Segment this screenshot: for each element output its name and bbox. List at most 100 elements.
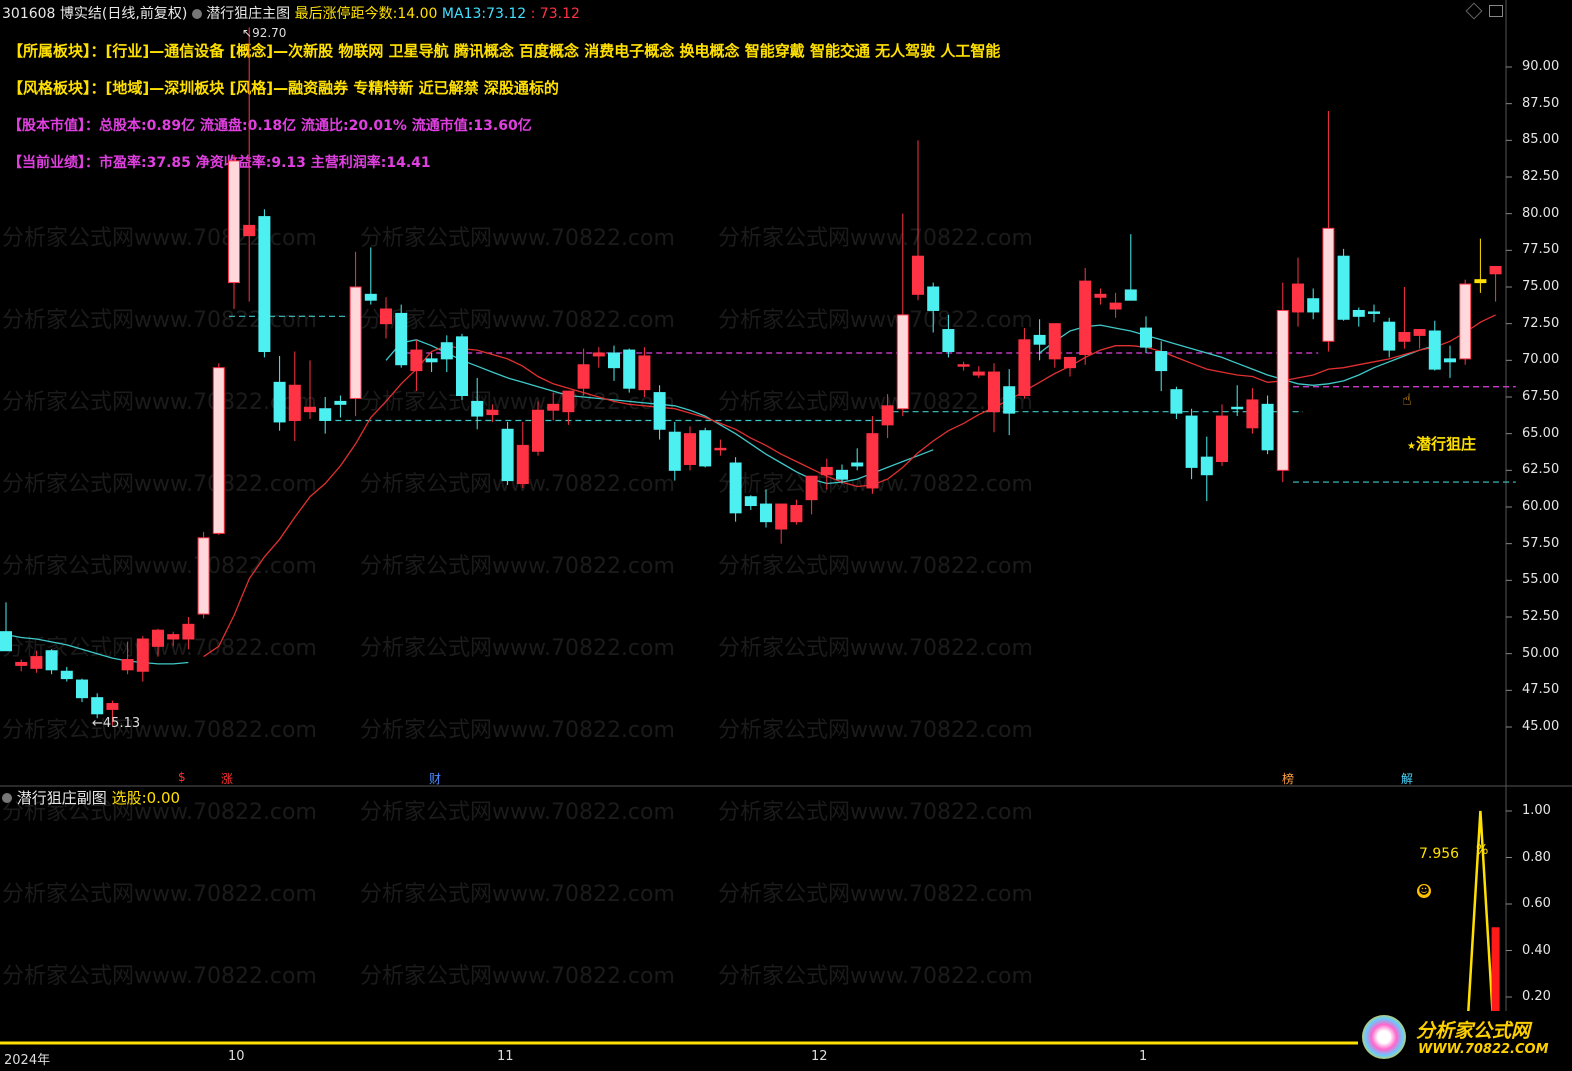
candle-body [395, 312, 408, 366]
price-tick-label: 82.50 [1522, 169, 1560, 184]
candle-body [1109, 302, 1122, 310]
select-value: 0.00 [146, 789, 181, 807]
kline-chart[interactable] [0, 0, 1572, 1071]
candle-body [775, 503, 788, 530]
ma-slow-line [1039, 324, 1435, 386]
candle-body [699, 430, 712, 467]
marker-rank[interactable]: 榜 [1282, 770, 1294, 787]
price-tick-label: 87.50 [1522, 95, 1560, 111]
axis-ticks [1506, 66, 1512, 998]
high-annotation: ↖92.70 [242, 26, 286, 40]
candle-body [45, 650, 58, 671]
candle-body [304, 406, 316, 413]
candle-body [1413, 329, 1426, 336]
price-tick-label: 55.00 [1522, 572, 1560, 588]
candle-body [30, 656, 43, 669]
candle-body [1368, 311, 1380, 314]
price-tick-label: 90.00 [1522, 59, 1560, 74]
price-tick-label: 45.00 [1522, 719, 1560, 734]
candle-body [334, 400, 347, 405]
candle-body [562, 390, 575, 413]
candle-body [1276, 309, 1289, 471]
price-tick-label: 57.50 [1522, 535, 1560, 551]
candle-body [106, 703, 119, 710]
candle-body [1337, 255, 1350, 320]
time-label-dec: 12 [811, 1049, 828, 1064]
candle-body [988, 371, 1000, 413]
time-label-nov: 11 [497, 1049, 514, 1064]
marker-limit-up[interactable]: 涨 [221, 770, 233, 787]
candle-body [729, 462, 742, 514]
candle-body [866, 433, 879, 489]
candle-body [1474, 279, 1487, 284]
candle-body [532, 409, 544, 452]
candle-body [136, 638, 149, 672]
flower-logo-icon [1362, 1015, 1406, 1059]
candle-body [258, 216, 271, 353]
signal-text: 潜行狙庄 [1415, 435, 1476, 453]
candle-body [820, 466, 833, 476]
logo-line2: WWW.70822.COM [1418, 1042, 1549, 1057]
signal-star-icon: ★ [1407, 441, 1416, 452]
candle-body [1383, 321, 1396, 351]
candle-body [714, 447, 727, 451]
candle-body [319, 408, 332, 421]
candle-body [410, 349, 423, 372]
candle-body [1428, 330, 1441, 370]
candle-body [1261, 403, 1274, 451]
price-tick-label: 60.00 [1522, 499, 1560, 514]
site-logo: 分析家公式网 WWW.70822.COM [1358, 1011, 1558, 1063]
candle-body [1155, 351, 1168, 372]
low-value: 45.13 [102, 716, 141, 731]
candle-body [881, 405, 894, 426]
price-tick-label: 52.50 [1522, 609, 1560, 624]
candle-body [380, 308, 392, 325]
sub-tick-label: 0.40 [1522, 942, 1551, 958]
high-value: 92.70 [252, 26, 287, 40]
candle-body [1489, 265, 1502, 275]
price-tick-label: 67.50 [1522, 389, 1560, 404]
candle-body [273, 381, 286, 423]
sub-toggle-icon[interactable] [2, 793, 12, 803]
candle-body [1170, 389, 1183, 414]
candle-body [577, 364, 590, 389]
candle-body [1352, 309, 1365, 317]
candle-body [1444, 358, 1456, 363]
marker-finance[interactable]: 财 [429, 770, 441, 787]
candle-body [121, 659, 134, 671]
candle-body [927, 286, 940, 311]
price-tick-label: 47.50 [1522, 682, 1560, 698]
price-tick-label: 77.50 [1522, 242, 1560, 258]
candle-body [1307, 298, 1320, 313]
price-tick-label: 85.00 [1522, 132, 1560, 148]
candle-body [1246, 399, 1259, 429]
high-arrow-icon: ↖ [242, 26, 253, 40]
sub-tick-label: 0.60 [1522, 896, 1551, 911]
candle-body [896, 314, 909, 410]
candle-body [471, 400, 484, 417]
candle-body [456, 336, 468, 397]
cursor-hand-icon: ☝ [1402, 390, 1412, 409]
candle-body [228, 160, 240, 284]
candle-body [851, 462, 864, 467]
candle-body [91, 697, 104, 715]
candle-body [1124, 289, 1137, 301]
candle-body [1398, 331, 1411, 342]
price-tick-label: 50.00 [1522, 645, 1560, 661]
candle-body [1094, 293, 1107, 298]
candle-body [167, 634, 180, 640]
marker-dollar[interactable]: $ [178, 770, 186, 784]
candle-body [15, 661, 28, 666]
sub-unit: % [1476, 843, 1489, 858]
candle-body [1064, 356, 1076, 369]
candle-body [1140, 327, 1152, 348]
candlesticks [0, 27, 1502, 726]
candle-body [1185, 415, 1198, 468]
sub-tick-label: 1.00 [1522, 803, 1551, 818]
candle-body [638, 355, 651, 391]
candle-body [912, 255, 924, 295]
sub-indicator-name[interactable]: 潜行狙庄副图 [17, 789, 107, 807]
marker-unlock[interactable]: 解 [1401, 770, 1413, 787]
candle-body [684, 433, 696, 465]
select-label: 选股: [111, 789, 147, 807]
